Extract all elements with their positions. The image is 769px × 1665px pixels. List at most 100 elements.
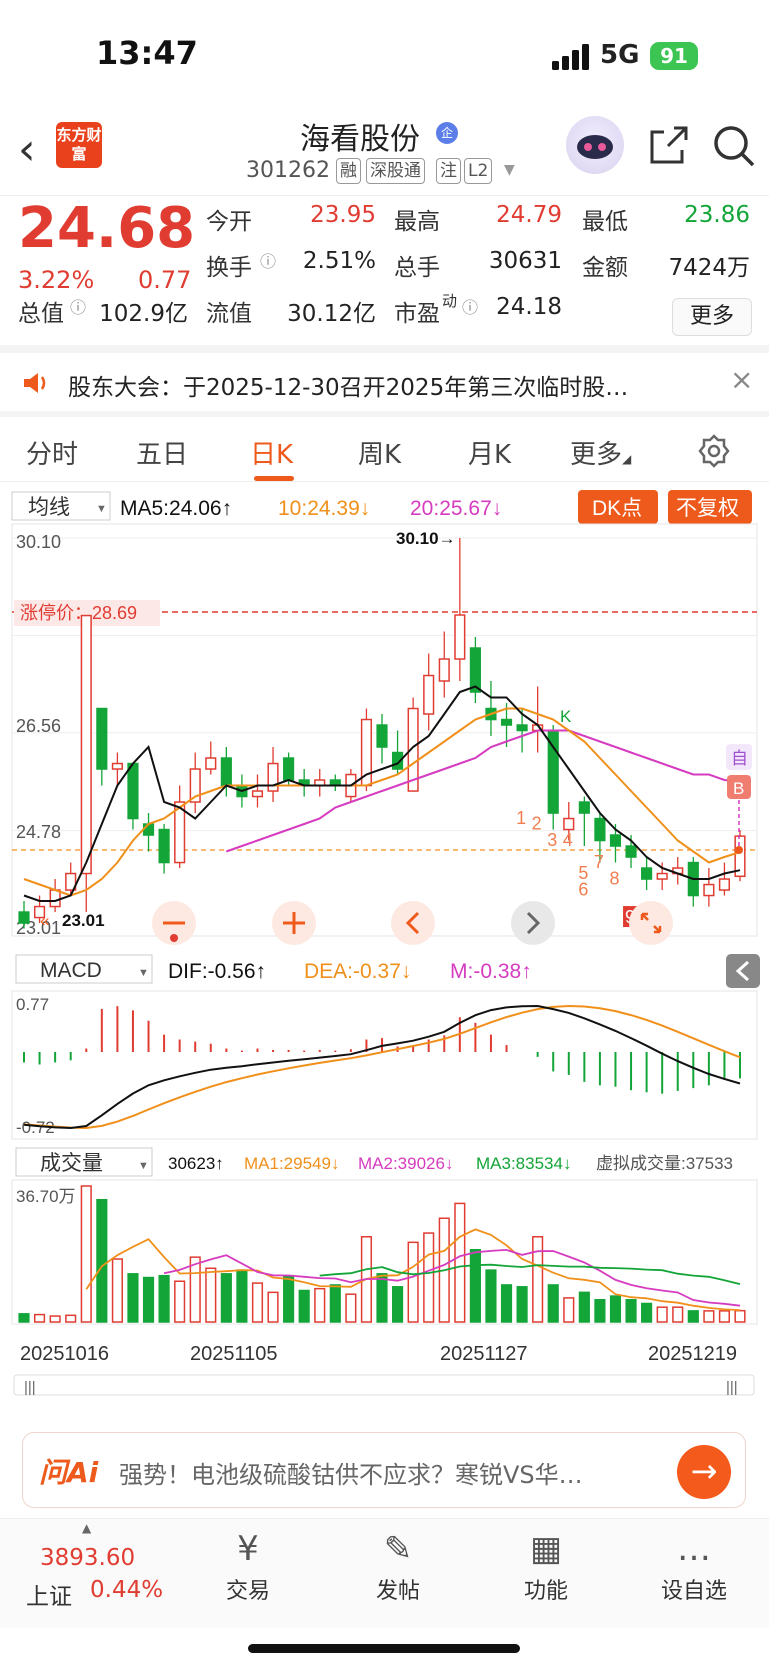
tab-five-day[interactable]: 五日 [136, 434, 188, 471]
tab-more-label: 更多 [570, 440, 623, 470]
y-tick: 30.10 [16, 532, 61, 552]
candle-body [49, 889, 61, 908]
tab-more[interactable]: 更多◢ [570, 434, 631, 471]
candle-body [578, 801, 590, 814]
pan-right-button[interactable] [511, 901, 555, 945]
notice-text[interactable]: 股东大会：于2025-12-30召开2025年第三次临时股… [68, 368, 698, 402]
candle-body [111, 762, 123, 770]
candle-body [158, 828, 170, 864]
pan-left-button[interactable] [391, 901, 435, 945]
nav-post[interactable]: ✎ 发帖 [338, 1529, 458, 1605]
signal-number: 3 [547, 830, 557, 850]
last-price: 24.68 [18, 196, 196, 261]
notice-bar[interactable]: 股东大会：于2025-12-30召开2025年第三次临时股… × [0, 355, 769, 411]
index-value[interactable]: 3893.60 [40, 1545, 135, 1571]
collapse-panel-button[interactable] [726, 954, 760, 988]
float-label: 流值 [206, 301, 252, 327]
period-tabs: 分时 五日 日K 周K 月K 更多◢ [0, 418, 769, 482]
mktcap-label: 总值 [18, 301, 64, 327]
signal-icon [552, 44, 589, 70]
range-scrollbar[interactable] [13, 1374, 755, 1396]
volume-bar [547, 1284, 559, 1323]
assistant-avatar[interactable] [566, 116, 624, 174]
share-icon[interactable] [646, 124, 690, 168]
candle-body [594, 817, 606, 842]
change-percent: 3.22% [18, 266, 95, 294]
divider [0, 411, 769, 417]
zoom-out-button[interactable] [152, 901, 196, 945]
candle-body [656, 872, 668, 880]
ask-ai-text[interactable]: 强势！电池级硫酸钴供不应求？寒锐VS华… [119, 1455, 639, 1490]
change-amount: 0.77 [138, 266, 192, 294]
nav-trade[interactable]: ¥ 交易 [188, 1529, 308, 1605]
tag-level2: L2 [464, 158, 493, 184]
candle-body [703, 883, 715, 897]
candle-body [376, 724, 388, 748]
ask-ai-bar[interactable]: 问Ai 强势！电池级硫酸钴供不应求？寒锐VS华… → [22, 1432, 746, 1508]
nav-functions[interactable]: ▦ 功能 [486, 1529, 606, 1605]
app-logo[interactable]: 东方财富 [56, 122, 102, 168]
index-name[interactable]: 上证 [26, 1577, 72, 1611]
candle-body [220, 757, 232, 787]
tab-monthly-k[interactable]: 月K [468, 434, 511, 471]
volume-bar [298, 1289, 310, 1323]
close-icon[interactable]: × [730, 363, 753, 396]
volume-bar [687, 1310, 699, 1323]
candle-body [267, 762, 279, 792]
kline-chart[interactable]: 均线 ▼ MA5:24.06↑ 10:24.39↓ 20:25.67↓ DK点 … [0, 486, 769, 1396]
more-button[interactable]: 更多 [672, 298, 752, 336]
volume-bar [33, 1313, 46, 1323]
divider [0, 345, 769, 353]
candle-body [609, 834, 622, 847]
chevron-down-icon: ▼ [138, 1160, 149, 1172]
macd-frame [11, 990, 758, 1140]
zoom-in-button[interactable] [272, 901, 316, 945]
scroll-handle-right[interactable]: ||| [726, 1379, 738, 1396]
volume-ma1: MA1:29549↓ [244, 1154, 339, 1173]
chevron-down-icon: ▼ [138, 967, 149, 979]
volume-bar [454, 1202, 466, 1323]
candle-body [625, 845, 637, 858]
caret-icon: ◢ [622, 452, 632, 466]
ask-ai-logo: 问Ai [39, 1456, 99, 1489]
self-marker-label: 自 [731, 749, 748, 768]
info-icon[interactable]: ⓘ [70, 294, 86, 318]
battery-icon: 91 [650, 42, 698, 70]
chevron-down-icon[interactable]: ▼ [504, 162, 515, 178]
volume-bar [609, 1295, 622, 1323]
scroll-handle-left[interactable]: ||| [24, 1379, 36, 1396]
y-tick: 26.56 [16, 716, 61, 736]
volume-bar [345, 1293, 357, 1323]
gear-icon[interactable] [697, 434, 731, 468]
volume-bar [205, 1267, 217, 1323]
date-label: 20251127 [440, 1343, 528, 1365]
volume-bar [500, 1284, 513, 1323]
tab-intraday[interactable]: 分时 [26, 434, 78, 471]
low-value: 23.86 [684, 202, 750, 228]
info-icon[interactable]: ⓘ [260, 248, 276, 272]
volume-bar [49, 1315, 61, 1323]
candle-body [142, 823, 155, 836]
index-percent[interactable]: 0.44% [90, 1577, 163, 1603]
candle-body [251, 790, 264, 798]
more-dots-icon: … [677, 1529, 711, 1569]
ma5-label: MA5:24.06↑ [120, 497, 232, 520]
tag-margin: 融 [336, 158, 361, 184]
fullscreen-button[interactable] [629, 901, 673, 945]
nav-post-label: 发帖 [375, 1579, 420, 1604]
tab-daily-k[interactable]: 日K [250, 434, 293, 471]
bottom-area: 问Ai 强势！电池级硫酸钴供不应求？寒锐VS华… → ▲ 3893.60 上证 … [0, 1420, 769, 1665]
min-price-label: 23.01 [62, 911, 105, 930]
volume-top: 36.70万 [16, 1187, 76, 1206]
volume-bar [111, 1258, 123, 1323]
grid-icon: ▦ [529, 1529, 563, 1569]
volume-virtual: 虚拟成交量:37533 [596, 1154, 733, 1173]
tab-weekly-k[interactable]: 周K [358, 434, 401, 471]
chevron-left-icon[interactable]: ‹ [18, 128, 36, 172]
arrow-right-icon[interactable]: → [677, 1445, 731, 1499]
nav-watchlist[interactable]: … 设自选 [634, 1529, 754, 1605]
home-indicator [248, 1644, 520, 1653]
search-icon[interactable] [712, 124, 756, 168]
nav-functions-label: 功能 [523, 1579, 568, 1604]
volume-bar [391, 1286, 404, 1323]
